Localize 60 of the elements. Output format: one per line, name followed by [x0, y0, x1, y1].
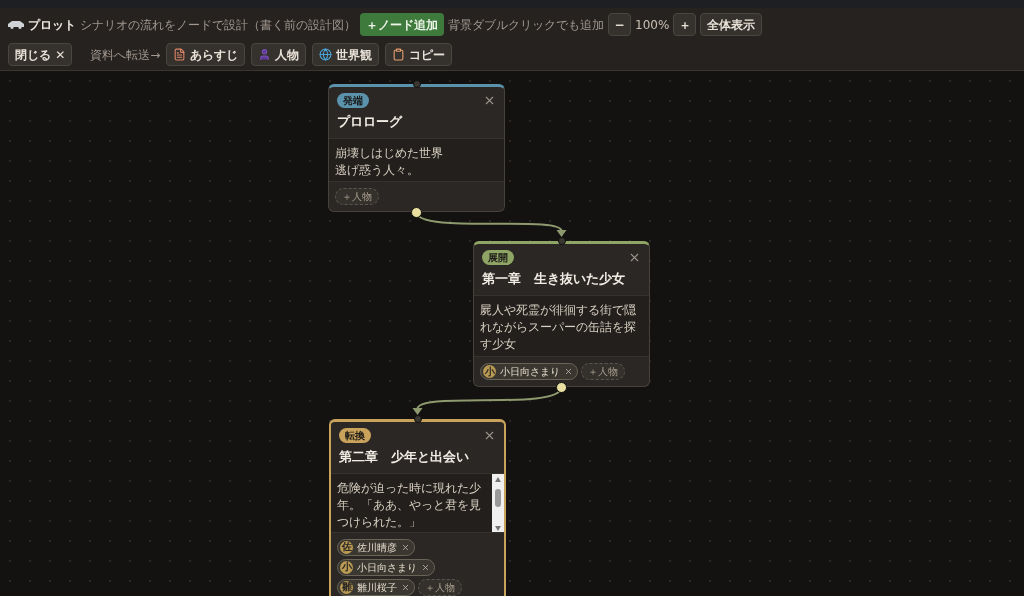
- character-chip[interactable]: 小 小日向さまり: [337, 558, 435, 576]
- close-icon[interactable]: [483, 94, 496, 107]
- character-name: 雛川桜子: [357, 580, 397, 595]
- character-chip[interactable]: 佐 佐川晴彦: [337, 538, 415, 556]
- plot-node[interactable]: 転換 第二章 少年と出会い 危険が迫った時に現れた少年。「ああ、やっと君を見つけられた。」 佐 佐川晴彦 小 小日向さまり 雛 雛川桜子 ＋人物: [329, 419, 506, 596]
- node-description: 逃げ惑う人々。: [335, 161, 420, 179]
- remove-icon[interactable]: [401, 542, 410, 552]
- export-button[interactable]: あらすじ: [166, 43, 246, 66]
- clipboard-icon: [392, 48, 406, 61]
- logo-icon: [8, 20, 24, 29]
- input-port[interactable]: [413, 415, 422, 423]
- export-button[interactable]: コピー: [385, 43, 453, 66]
- add-node-button[interactable]: ＋ノード追加: [360, 13, 444, 36]
- export-label: 資料へ転送→: [90, 46, 161, 64]
- export-button[interactable]: 世界観: [312, 43, 380, 66]
- remove-icon[interactable]: [564, 367, 573, 376]
- output-port[interactable]: [411, 207, 422, 218]
- add-character-button[interactable]: ＋人物: [418, 578, 462, 596]
- zoom-out-button[interactable]: −: [608, 13, 631, 36]
- add-character-button[interactable]: ＋人物: [335, 188, 379, 205]
- zoom-level: 100%: [635, 16, 670, 34]
- close-icon[interactable]: [628, 251, 641, 264]
- node-tag: 転換: [339, 428, 371, 443]
- remove-icon[interactable]: [401, 582, 410, 592]
- node-title: 第一章 生き抜いた少女: [481, 270, 626, 288]
- character-name: 佐川晴彦: [357, 540, 397, 555]
- remove-icon[interactable]: [421, 562, 430, 572]
- add-hint: 背景ダブルクリックでも追加: [448, 16, 604, 34]
- fit-view-button[interactable]: 全体表示: [700, 13, 763, 36]
- output-port[interactable]: [556, 382, 567, 393]
- character-chip[interactable]: 小 小日向さまり: [480, 363, 578, 380]
- character-avatar: 佐: [340, 540, 353, 554]
- scrollbar[interactable]: [492, 473, 504, 532]
- close-button[interactable]: 閉じる ✕: [8, 43, 73, 66]
- node-title: 第二章 少年と出会い: [338, 448, 470, 466]
- plot-node[interactable]: 展開 第一章 生き抜いた少女 屍人や死霊が徘徊する街で隠れながらスーパーの缶詰を探す少女 小 小日向さまり ＋人物: [473, 241, 650, 387]
- plot-title: プロット: [28, 16, 76, 34]
- character-avatar: 雛: [340, 580, 353, 594]
- plot-subtitle: シナリオの流れをノードで設計（書く前の設計図）: [80, 16, 356, 34]
- person-icon: [258, 48, 272, 61]
- add-character-button[interactable]: ＋人物: [581, 363, 625, 380]
- character-avatar: 小: [340, 560, 353, 574]
- node-tag: 発端: [337, 93, 369, 108]
- node-description: 危険が迫った時に現れた少年。「ああ、やっと君を見つけられた。」: [337, 479, 482, 531]
- node-description: 屍人や死霊が徘徊する街で隠れながらスーパーの缶詰を探す少女: [480, 301, 637, 353]
- zoom-in-button[interactable]: ＋: [673, 13, 697, 36]
- node-tag: 展開: [482, 250, 514, 265]
- close-icon[interactable]: [483, 429, 496, 442]
- input-port[interactable]: [557, 237, 566, 245]
- character-name: 小日向さまり: [500, 365, 560, 379]
- document-icon: [173, 48, 187, 61]
- character-avatar: 小: [483, 365, 496, 378]
- globe-icon: [319, 48, 333, 61]
- character-name: 小日向さまり: [357, 560, 417, 575]
- input-port[interactable]: [412, 80, 421, 88]
- export-button[interactable]: 人物: [251, 43, 307, 66]
- character-chip[interactable]: 雛 雛川桜子: [337, 578, 415, 596]
- node-description: 崩壊しはじめた世界: [335, 144, 444, 162]
- plot-node[interactable]: 発端 プロローグ 崩壊しはじめた世界 逃げ惑う人々。 ＋人物: [328, 84, 505, 212]
- node-title: プロローグ: [336, 113, 404, 131]
